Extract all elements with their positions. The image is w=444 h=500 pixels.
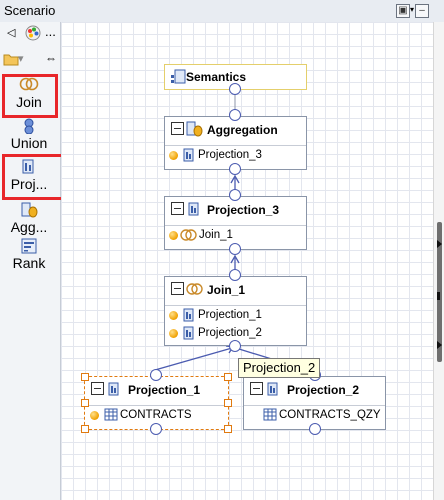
input-port[interactable]: [150, 423, 162, 435]
resize-handle[interactable]: [81, 399, 89, 407]
hover-tooltip: Projection_2: [238, 358, 321, 378]
input-label: Projection_2: [198, 327, 262, 339]
collapse-icon[interactable]: [171, 282, 184, 295]
status-dot-icon: [169, 311, 178, 320]
input-port[interactable]: [309, 423, 321, 435]
status-dot-icon: [169, 151, 178, 160]
resize-handle[interactable]: [81, 425, 89, 433]
projection-1-node[interactable]: Projection_1 CONTRACTS: [84, 376, 229, 430]
output-port[interactable]: [229, 83, 241, 95]
node-title: Projection_1: [128, 383, 201, 397]
input-row[interactable]: CONTRACTS_QZY: [244, 405, 385, 425]
projection-icon: [183, 326, 194, 340]
input-row[interactable]: Projection_1: [165, 305, 306, 325]
projection-icon: [108, 382, 119, 396]
projection-3-node[interactable]: Projection_3 Join_1: [164, 196, 307, 250]
output-port[interactable]: [229, 340, 241, 352]
table-icon: [263, 408, 277, 421]
input-row[interactable]: Join_1: [165, 225, 306, 245]
input-port[interactable]: [229, 109, 241, 121]
collapse-icon[interactable]: [171, 122, 184, 135]
input-row[interactable]: Projection_3: [165, 145, 306, 165]
resize-handle[interactable]: [81, 373, 89, 381]
output-port[interactable]: [229, 243, 241, 255]
collapse-icon[interactable]: [250, 382, 263, 395]
output-port[interactable]: [150, 369, 162, 381]
resize-handle[interactable]: [224, 399, 232, 407]
status-dot-icon: [90, 411, 99, 420]
input-row[interactable]: CONTRACTS: [85, 405, 228, 425]
node-title: Projection_2: [287, 383, 360, 397]
resize-handle[interactable]: [224, 425, 232, 433]
input-label: CONTRACTS_QZY: [279, 409, 381, 421]
node-title: Semantics: [186, 70, 247, 84]
status-dot-icon: [169, 231, 178, 240]
node-title: Aggregation: [207, 123, 278, 137]
resize-handle[interactable]: [224, 373, 232, 381]
collapse-icon[interactable]: [91, 382, 104, 395]
join-1-node[interactable]: Join_1 Projection_1 Projection_2: [164, 276, 307, 346]
input-label: CONTRACTS: [120, 409, 192, 421]
projection-icon: [183, 308, 194, 322]
input-port[interactable]: [229, 189, 241, 201]
aggregation-icon: [186, 121, 203, 137]
projection-icon: [188, 202, 199, 216]
input-port[interactable]: [229, 269, 241, 281]
aggregation-node[interactable]: Aggregation Projection_3: [164, 116, 307, 170]
status-dot-icon: [169, 329, 178, 338]
join-icon: [186, 283, 203, 295]
table-icon: [104, 408, 118, 421]
join-icon: [180, 229, 197, 241]
semantics-icon: [171, 69, 186, 84]
output-port[interactable]: [229, 163, 241, 175]
collapse-icon[interactable]: [171, 202, 184, 215]
node-title: Join_1: [207, 283, 246, 297]
input-label: Projection_1: [198, 309, 262, 321]
input-label: Projection_3: [198, 149, 262, 161]
node-title: Projection_3: [207, 203, 280, 217]
projection-2-node[interactable]: Projection_2 CONTRACTS_QZY: [243, 376, 386, 430]
projection-icon: [267, 382, 278, 396]
input-label: Join_1: [199, 229, 233, 241]
projection-icon: [183, 148, 194, 162]
